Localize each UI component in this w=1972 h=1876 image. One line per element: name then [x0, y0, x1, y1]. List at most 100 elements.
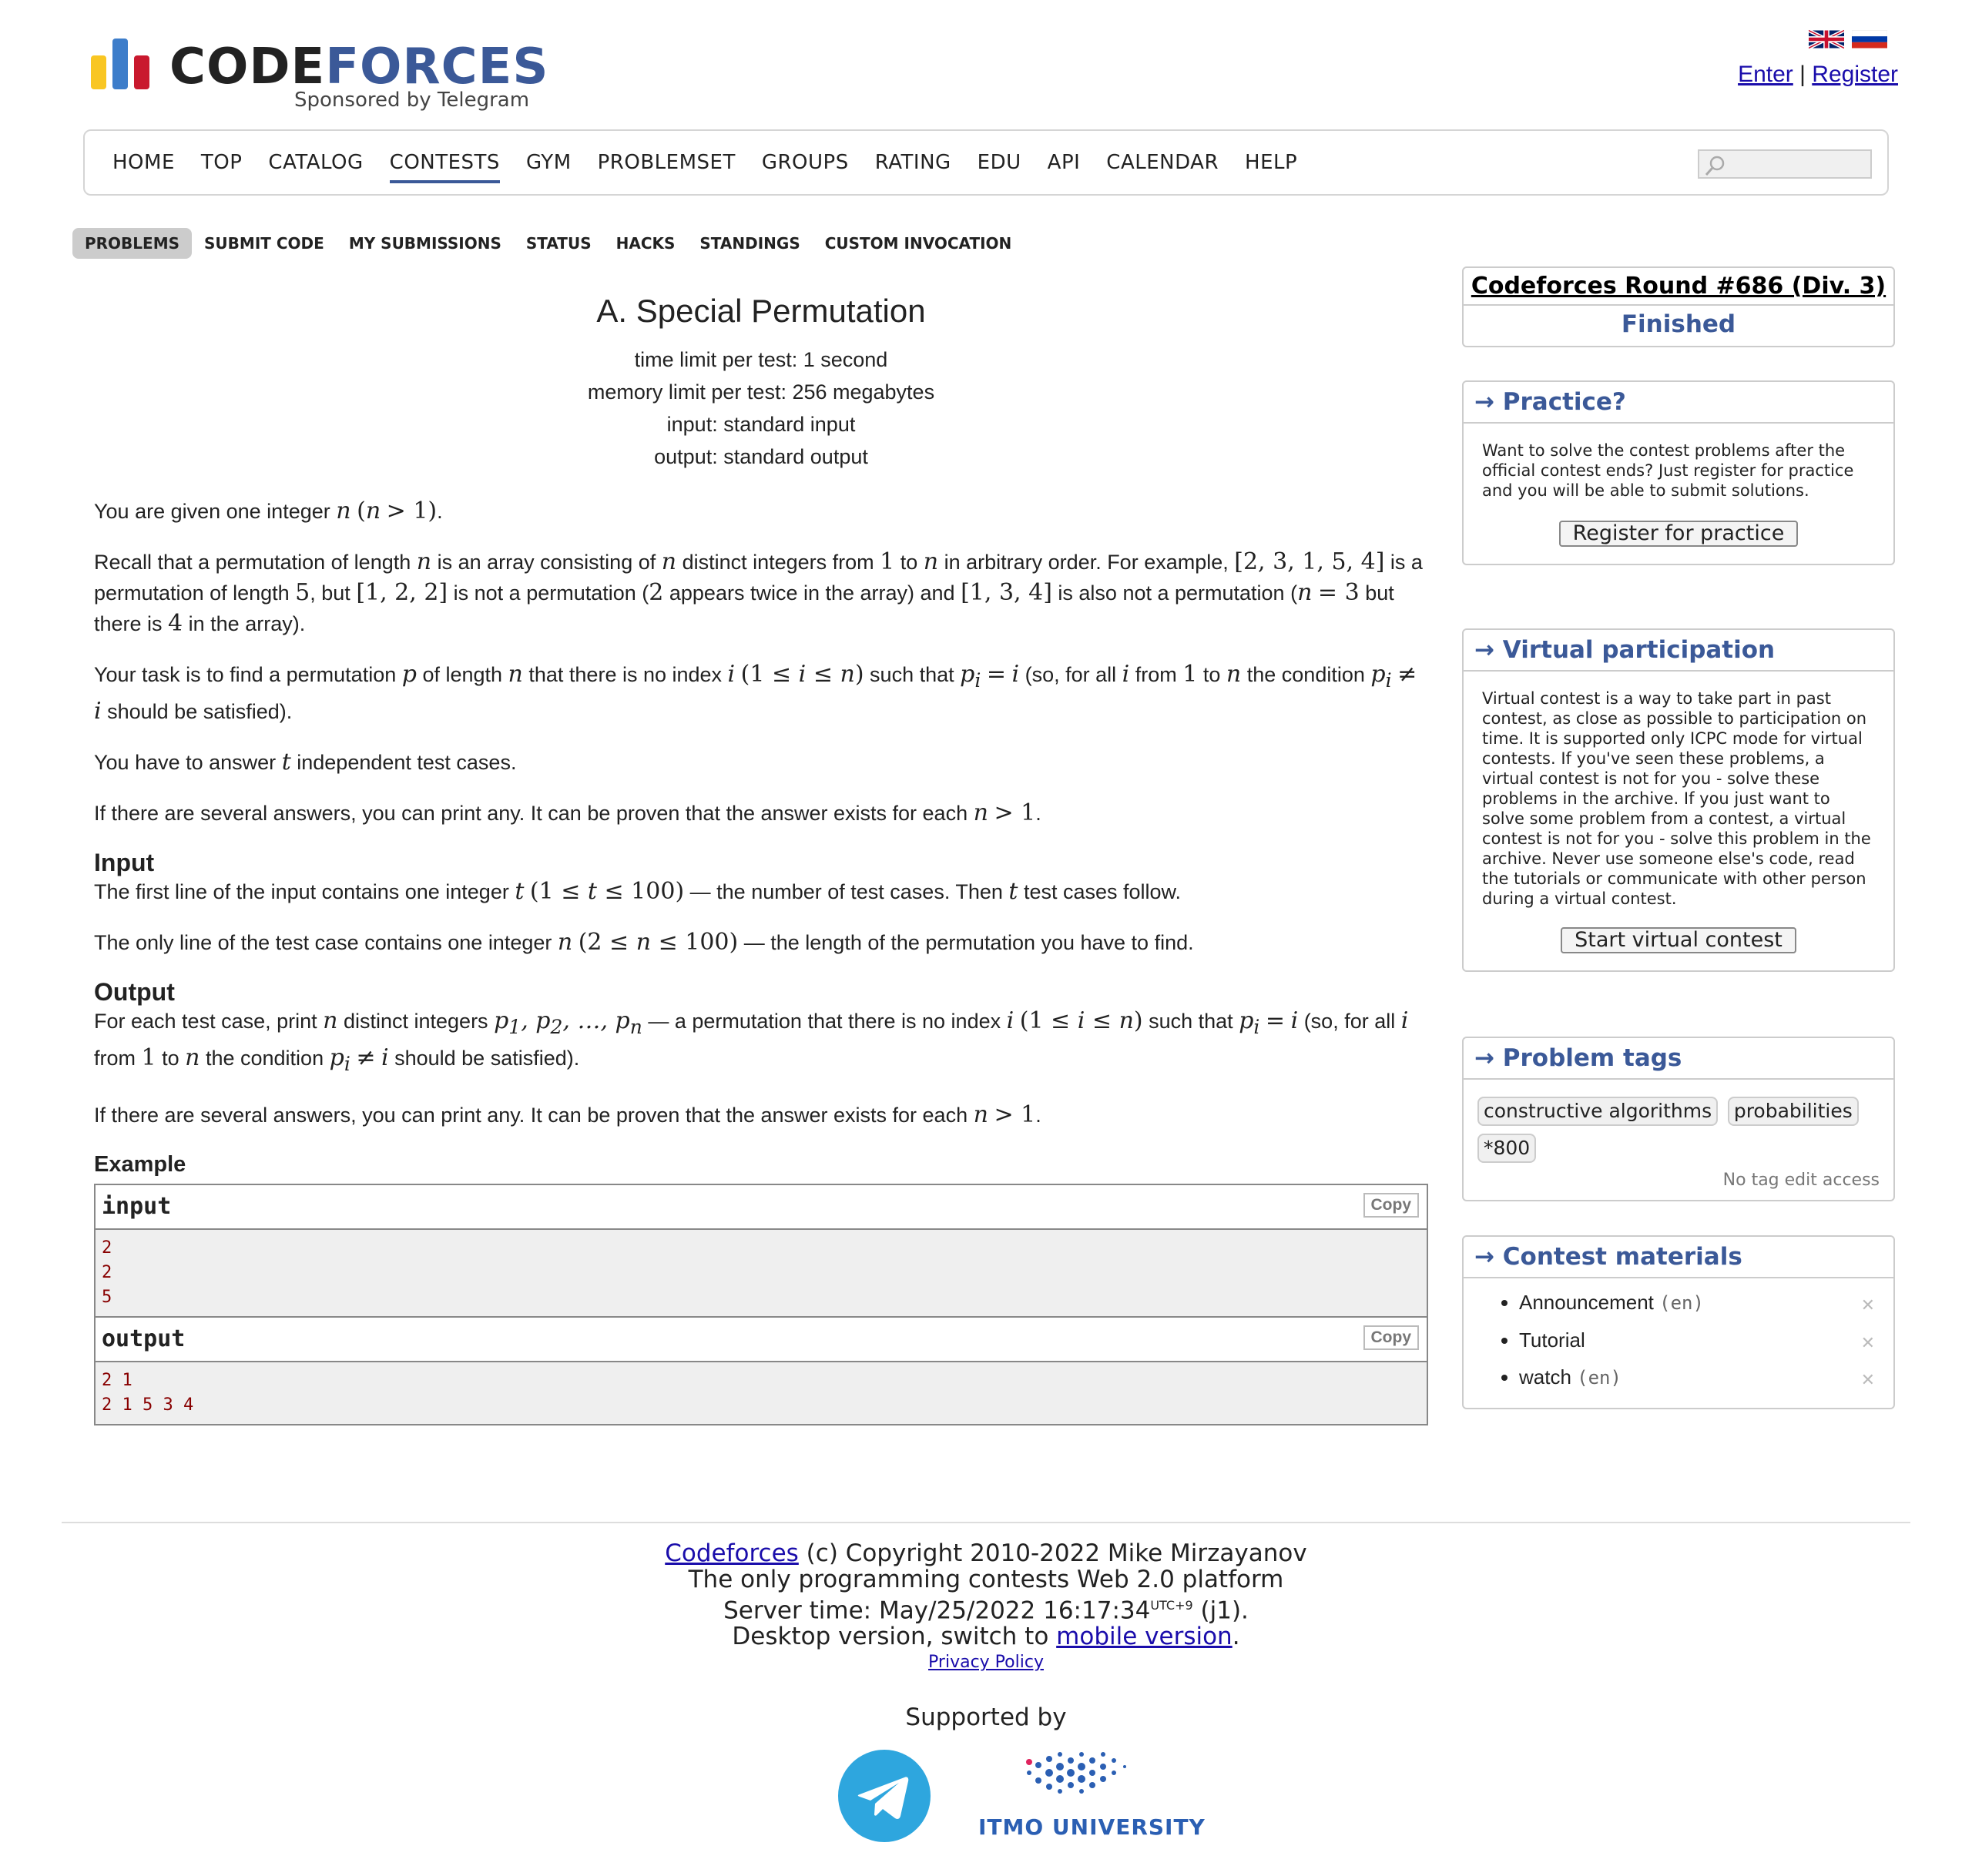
- server-time: Server time: May/25/2022 16:17:34: [723, 1596, 1151, 1625]
- language-flags: [1809, 26, 1887, 52]
- copyright-text: (c) Copyright 2010-2022 Mike Mirzayanov: [798, 1539, 1307, 1567]
- input-heading: Input: [94, 849, 155, 876]
- sample-input-header: input Copy: [96, 1185, 1427, 1230]
- problem-legend: You are given one integer n (n > 1). Rec…: [94, 497, 1423, 826]
- problem-title: A. Special Permutation: [596, 293, 926, 329]
- tag-constructive-algorithms[interactable]: constructive algorithms: [1477, 1097, 1719, 1126]
- time-limit: time limit per test: 1 second: [634, 348, 888, 371]
- copy-input-button[interactable]: Copy: [1363, 1193, 1419, 1218]
- nav-item-problemset[interactable]: PROBLEMSET: [598, 151, 736, 183]
- practice-box: → Practice? Want to solve the contest pr…: [1462, 380, 1895, 565]
- problem-tags-box: → Problem tags constructive algorithms p…: [1462, 1037, 1895, 1201]
- problem-statement: A. Special Permutation time limit per te…: [94, 293, 1428, 1425]
- material-announcement[interactable]: Announcement: [1519, 1291, 1654, 1314]
- close-icon[interactable]: ✕: [1861, 1333, 1875, 1353]
- copy-output-button[interactable]: Copy: [1363, 1325, 1419, 1350]
- submenu-custom-invocation[interactable]: CUSTOM INVOCATION: [813, 228, 1025, 259]
- tags-body: constructive algorithms probabilities *8…: [1464, 1080, 1893, 1200]
- tags-title: → Problem tags: [1464, 1038, 1893, 1080]
- submenu-my-submissions[interactable]: MY SUBMISSIONS: [337, 228, 514, 259]
- privacy-policy-link[interactable]: Privacy Policy: [928, 1653, 1044, 1672]
- sample-input-body: 2 2 5: [96, 1230, 1427, 1316]
- sample-input-line: 2: [102, 1263, 112, 1282]
- start-virtual-button[interactable]: Start virtual contest: [1561, 927, 1796, 953]
- input-type: input: standard input: [666, 413, 856, 436]
- sample-output-line: 2 1: [102, 1371, 132, 1390]
- material-watch[interactable]: watch: [1519, 1365, 1571, 1389]
- nav-item-top[interactable]: TOP: [201, 151, 243, 183]
- enter-link[interactable]: Enter: [1738, 62, 1793, 87]
- virtual-text: Virtual contest is a way to take part in…: [1482, 689, 1871, 908]
- contest-box: Codeforces Round #686 (Div. 3) Finished: [1462, 266, 1895, 347]
- auth-links: Enter | Register: [1738, 62, 1898, 88]
- submenu-problems[interactable]: PROBLEMS: [72, 228, 193, 259]
- memory-limit: memory limit per test: 256 megabytes: [587, 380, 935, 404]
- nav-item-api[interactable]: API: [1048, 151, 1081, 183]
- nav-item-groups[interactable]: GROUPS: [762, 151, 849, 183]
- submenu-hacks[interactable]: HACKS: [604, 228, 688, 259]
- codeforces-link[interactable]: Codeforces: [665, 1539, 799, 1567]
- submenu-status[interactable]: STATUS: [514, 228, 604, 259]
- sample-input-line: 2: [102, 1238, 112, 1258]
- practice-body: Want to solve the contest problems after…: [1464, 424, 1893, 564]
- logo-wordmark[interactable]: CODEFORCES: [169, 42, 548, 92]
- sample-input-line: 5: [102, 1288, 112, 1307]
- mobile-version-link[interactable]: mobile version: [1056, 1623, 1232, 1650]
- tag-probabilities[interactable]: probabilities: [1727, 1097, 1859, 1126]
- virtual-body: Virtual contest is a way to take part in…: [1464, 672, 1893, 970]
- server-suffix: (j1).: [1192, 1596, 1249, 1625]
- tagline: The only programming contests Web 2.0 pl…: [688, 1566, 1284, 1593]
- sample-test: input Copy 2 2 5 output Copy 2 1 2 1 5 3…: [94, 1184, 1428, 1425]
- desktop-suffix: .: [1232, 1623, 1240, 1651]
- material-lang: (en): [1659, 1292, 1704, 1314]
- nav-item-help[interactable]: HELP: [1245, 151, 1297, 183]
- material-item[interactable]: Announcement (en) ✕: [1519, 1291, 1875, 1315]
- itmo-logo-icon[interactable]: [1014, 1745, 1134, 1801]
- virtual-participation-box: → Virtual participation Virtual contest …: [1462, 628, 1895, 972]
- contest-name-link[interactable]: Codeforces Round #686 (Div. 3): [1471, 273, 1886, 300]
- virtual-title: → Virtual participation: [1464, 630, 1893, 672]
- close-icon[interactable]: ✕: [1861, 1295, 1875, 1315]
- desktop-text: Desktop version, switch to: [732, 1623, 1057, 1651]
- material-item[interactable]: Tutorial ✕: [1519, 1328, 1875, 1353]
- tag-difficulty[interactable]: *800: [1477, 1134, 1537, 1163]
- utc-offset: UTC+9: [1150, 1598, 1193, 1613]
- itmo-wordmark: ITMO UNIVERSITY: [978, 1814, 1206, 1840]
- nav-item-calendar[interactable]: CALENDAR: [1106, 151, 1219, 183]
- ru-flag-icon[interactable]: [1852, 26, 1887, 52]
- auth-separator: |: [1799, 62, 1806, 87]
- submenu-submit-code[interactable]: SUBMIT CODE: [192, 228, 337, 259]
- nav-item-contests[interactable]: CONTESTS: [389, 151, 500, 183]
- register-practice-button[interactable]: Register for practice: [1558, 521, 1799, 547]
- submenu-standings[interactable]: STANDINGS: [687, 228, 812, 259]
- search-icon: [1705, 156, 1725, 176]
- material-item[interactable]: watch (en) ✕: [1519, 1365, 1875, 1390]
- close-icon[interactable]: ✕: [1861, 1370, 1875, 1390]
- material-tutorial[interactable]: Tutorial: [1519, 1328, 1585, 1352]
- sample-output-body: 2 1 2 1 5 3 4: [96, 1362, 1427, 1424]
- sample-output-header: output Copy: [96, 1316, 1427, 1362]
- output-spec: For each test case, print n distinct int…: [94, 1007, 1409, 1128]
- contest-status: Finished: [1621, 310, 1736, 338]
- input-spec: The first line of the input contains one…: [94, 878, 1194, 956]
- codeforces-logo-icon[interactable]: [91, 39, 159, 89]
- nav-item-home[interactable]: HOME: [112, 151, 175, 183]
- materials-title: → Contest materials: [1464, 1237, 1893, 1278]
- sample-input-label: input: [102, 1193, 172, 1220]
- nav-item-rating[interactable]: RATING: [875, 151, 951, 183]
- search-input[interactable]: [1698, 149, 1872, 179]
- sample-output-line: 2 1 5 3 4: [102, 1395, 194, 1415]
- nav-item-catalog[interactable]: CATALOG: [268, 151, 363, 183]
- telegram-plane-icon: [857, 1777, 909, 1819]
- materials-body: Announcement (en) ✕ Tutorial ✕ watch (en…: [1464, 1278, 1893, 1408]
- output-heading: Output: [94, 978, 175, 1006]
- telegram-logo-icon[interactable]: [838, 1750, 931, 1842]
- register-link[interactable]: Register: [1812, 62, 1898, 87]
- no-tag-access: No tag edit access: [1722, 1171, 1880, 1190]
- contest-materials-box: → Contest materials Announcement (en) ✕ …: [1462, 1235, 1895, 1409]
- uk-flag-icon[interactable]: [1809, 26, 1844, 52]
- contest-submenu: PROBLEMS SUBMIT CODE MY SUBMISSIONS STAT…: [72, 228, 1024, 259]
- nav-item-gym[interactable]: GYM: [526, 151, 572, 183]
- material-lang: (en): [1577, 1367, 1622, 1389]
- nav-item-edu[interactable]: EDU: [978, 151, 1021, 183]
